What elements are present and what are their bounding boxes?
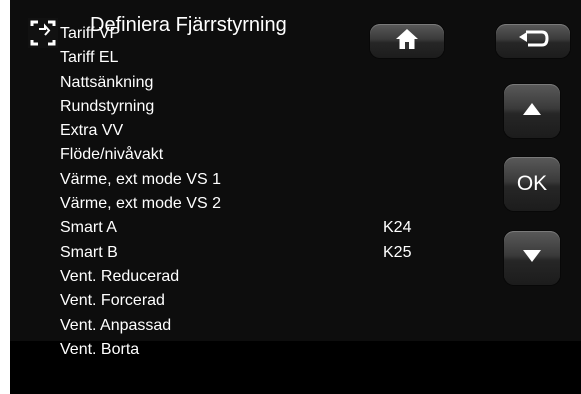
list-item[interactable]: Vent. Anpassad xyxy=(60,314,460,338)
menu-list: Tariff VP Tariff EL Nattsänkning Rundsty… xyxy=(60,22,460,362)
list-item-label: Vent. Anpassad xyxy=(60,316,172,334)
list-item[interactable]: Extra VV xyxy=(60,119,460,143)
list-item[interactable]: Smart A K24 xyxy=(60,216,460,240)
list-item-value: K24 xyxy=(383,219,412,237)
list-item-label: Värme, ext mode VS 2 xyxy=(60,195,221,213)
list-item-label: Flöde/nivåvakt xyxy=(60,146,164,164)
list-item[interactable]: Vent. Borta xyxy=(60,338,460,362)
list-item-label: Vent. Forcerad xyxy=(60,292,165,310)
list-item-label: Värme, ext mode VS 1 xyxy=(60,170,221,188)
list-item-label: Smart B xyxy=(60,243,118,261)
back-arrow-icon xyxy=(516,29,550,54)
ok-button[interactable]: OK xyxy=(504,157,560,211)
list-item-value: K25 xyxy=(383,243,412,261)
list-item[interactable]: Vent. Forcerad xyxy=(60,289,460,313)
list-item-label: Smart A xyxy=(60,219,117,237)
triangle-up-icon xyxy=(523,102,541,120)
list-item-label: Rundstyrning xyxy=(60,97,155,115)
list-item[interactable]: Värme, ext mode VS 1 xyxy=(60,168,460,192)
home-icon xyxy=(395,28,419,55)
home-button[interactable] xyxy=(370,24,444,58)
list-item[interactable]: Rundstyrning xyxy=(60,95,460,119)
list-item-label: Vent. Borta xyxy=(60,340,140,358)
list-item[interactable]: Nattsänkning xyxy=(60,71,460,95)
list-item-label: Tariff VP xyxy=(60,25,121,42)
list-item-label: Extra VV xyxy=(60,122,124,140)
list-item[interactable]: Smart B K25 xyxy=(60,241,460,265)
list-item[interactable]: Vent. Reducerad xyxy=(60,265,460,289)
scroll-down-button[interactable] xyxy=(504,231,560,285)
list-item[interactable]: Värme, ext mode VS 2 xyxy=(60,192,460,216)
list-item-label: Vent. Reducerad xyxy=(60,267,180,285)
display-screen: Definiera Fjärrstyrning Tariff VP Tariff… xyxy=(10,0,581,394)
back-button[interactable] xyxy=(496,24,570,58)
remote-control-icon xyxy=(28,18,58,48)
triangle-down-icon xyxy=(523,249,541,267)
list-item-label: Nattsänkning xyxy=(60,73,154,91)
list-item-label: Tariff EL xyxy=(60,49,119,67)
list-item[interactable]: Flöde/nivåvakt xyxy=(60,143,460,167)
scroll-up-button[interactable] xyxy=(504,84,560,138)
